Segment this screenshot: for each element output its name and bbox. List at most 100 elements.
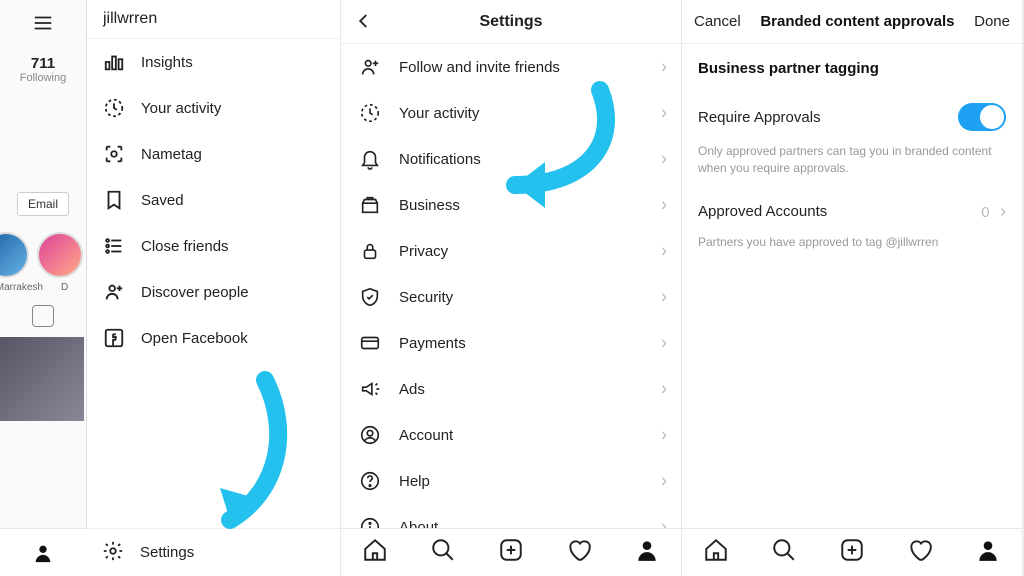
tab-activity-icon[interactable] [907, 537, 933, 568]
hamburger-icon[interactable] [32, 12, 54, 37]
settings-item-activity[interactable]: Your activity › [341, 90, 681, 136]
menu-item-label: Insights [141, 54, 193, 71]
approved-accounts-description: Partners you have approved to tag @jillw… [698, 234, 1006, 251]
phone-screen-profile-menu: 711 Following Email Marrakesh D jillwrre… [0, 0, 341, 576]
tab-home-icon[interactable] [362, 537, 388, 568]
chevron-right-icon: › [661, 379, 667, 400]
tab-search-icon[interactable] [430, 537, 456, 568]
tab-profile-icon[interactable] [975, 537, 1001, 568]
close-friends-icon [103, 235, 125, 257]
cancel-button[interactable]: Cancel [694, 13, 741, 30]
settings-item-account[interactable]: Account › [341, 412, 681, 458]
security-icon [359, 286, 381, 308]
settings-item-label: Payments [399, 335, 466, 352]
username-header: jillwrren [87, 0, 340, 39]
discover-people-icon [103, 281, 125, 303]
menu-item-saved[interactable]: Saved [87, 177, 340, 223]
chevron-right-icon: › [1000, 201, 1006, 221]
saved-icon [103, 189, 125, 211]
nametag-icon [103, 143, 125, 165]
following-stat[interactable]: 711 Following [20, 55, 66, 84]
tab-add-icon[interactable] [498, 537, 524, 568]
profile-sidebar: 711 Following Email Marrakesh D [0, 0, 86, 576]
activity-icon [103, 97, 125, 119]
settings-item-notifications[interactable]: Notifications › [341, 136, 681, 182]
activity-icon [359, 102, 381, 124]
settings-list: Follow and invite friends › Your activit… [341, 44, 681, 528]
require-approvals-row[interactable]: Require Approvals [698, 95, 1006, 139]
story-highlight[interactable] [37, 232, 83, 278]
settings-item-label: Privacy [399, 243, 448, 260]
story-label: D [61, 282, 68, 293]
chevron-right-icon: › [661, 149, 667, 170]
tagged-grid-icon[interactable] [32, 305, 54, 327]
phone-screen-settings: Settings Follow and invite friends › You… [341, 0, 682, 576]
help-icon [359, 470, 381, 492]
tab-bar-profile-icon[interactable] [0, 528, 86, 576]
settings-item-ads[interactable]: Ads › [341, 366, 681, 412]
menu-item-label: Open Facebook [141, 330, 248, 347]
account-icon [359, 424, 381, 446]
settings-title: Settings [479, 13, 542, 31]
settings-item-label: Notifications [399, 151, 481, 168]
chevron-right-icon: › [661, 103, 667, 124]
require-approvals-description: Only approved partners can tag you in br… [698, 143, 1006, 177]
menu-item-discover-people[interactable]: Discover people [87, 269, 340, 315]
facebook-icon [103, 327, 125, 349]
menu-item-insights[interactable]: Insights [87, 39, 340, 85]
back-button[interactable] [355, 12, 373, 35]
following-label: Following [20, 72, 66, 84]
story-highlight[interactable] [0, 232, 29, 278]
section-subtitle: Business partner tagging [698, 60, 1006, 77]
tab-profile-icon[interactable] [634, 537, 660, 568]
chevron-right-icon: › [661, 333, 667, 354]
tab-home-icon[interactable] [703, 537, 729, 568]
approved-accounts-row[interactable]: Approved Accounts 0 › [698, 193, 1006, 230]
menu-item-open-facebook[interactable]: Open Facebook [87, 315, 340, 361]
notifications-icon [359, 148, 381, 170]
menu-item-activity[interactable]: Your activity [87, 85, 340, 131]
story-labels: Marrakesh D [0, 282, 68, 293]
menu-item-close-friends[interactable]: Close friends [87, 223, 340, 269]
settings-item-follow-invite[interactable]: Follow and invite friends › [341, 44, 681, 90]
tab-activity-icon[interactable] [566, 537, 592, 568]
settings-item-business[interactable]: Business › [341, 182, 681, 228]
done-button[interactable]: Done [974, 13, 1010, 30]
require-approvals-toggle[interactable] [958, 103, 1006, 131]
privacy-icon [359, 240, 381, 262]
settings-item-security[interactable]: Security › [341, 274, 681, 320]
settings-item-payments[interactable]: Payments › [341, 320, 681, 366]
phone-screen-branded-content: Cancel Branded content approvals Done Bu… [682, 0, 1023, 576]
settings-item-privacy[interactable]: Privacy › [341, 228, 681, 274]
settings-item-help[interactable]: Help › [341, 458, 681, 504]
chevron-right-icon: › [661, 517, 667, 529]
settings-item-label: Account [399, 427, 453, 444]
chevron-right-icon: › [661, 195, 667, 216]
tab-search-icon[interactable] [771, 537, 797, 568]
tab-bar [682, 528, 1022, 576]
email-button[interactable]: Email [17, 192, 69, 216]
tab-add-icon[interactable] [839, 537, 865, 568]
settings-label: Settings [140, 544, 194, 561]
profile-grid-photo[interactable] [0, 337, 84, 421]
menu-item-nametag[interactable]: Nametag [87, 131, 340, 177]
branded-content-body: Business partner tagging Require Approva… [682, 44, 1022, 528]
story-label: Marrakesh [0, 282, 43, 293]
profile-slideout-menu: jillwrren Insights Your activity Nametag… [86, 0, 340, 528]
menu-item-settings[interactable]: Settings [86, 528, 340, 576]
menu-item-label: Discover people [141, 284, 249, 301]
settings-item-about[interactable]: About › [341, 504, 681, 528]
about-icon [359, 516, 381, 528]
following-count: 711 [20, 55, 66, 72]
settings-item-label: Ads [399, 381, 425, 398]
story-highlights [0, 232, 83, 278]
settings-item-label: Security [399, 289, 453, 306]
ads-icon [359, 378, 381, 400]
menu-item-label: Close friends [141, 238, 229, 255]
settings-item-label: Help [399, 473, 430, 490]
require-approvals-label: Require Approvals [698, 109, 821, 126]
header-title: Branded content approvals [760, 13, 954, 30]
business-icon [359, 194, 381, 216]
approved-accounts-count: 0 [981, 204, 989, 221]
chevron-right-icon: › [661, 287, 667, 308]
